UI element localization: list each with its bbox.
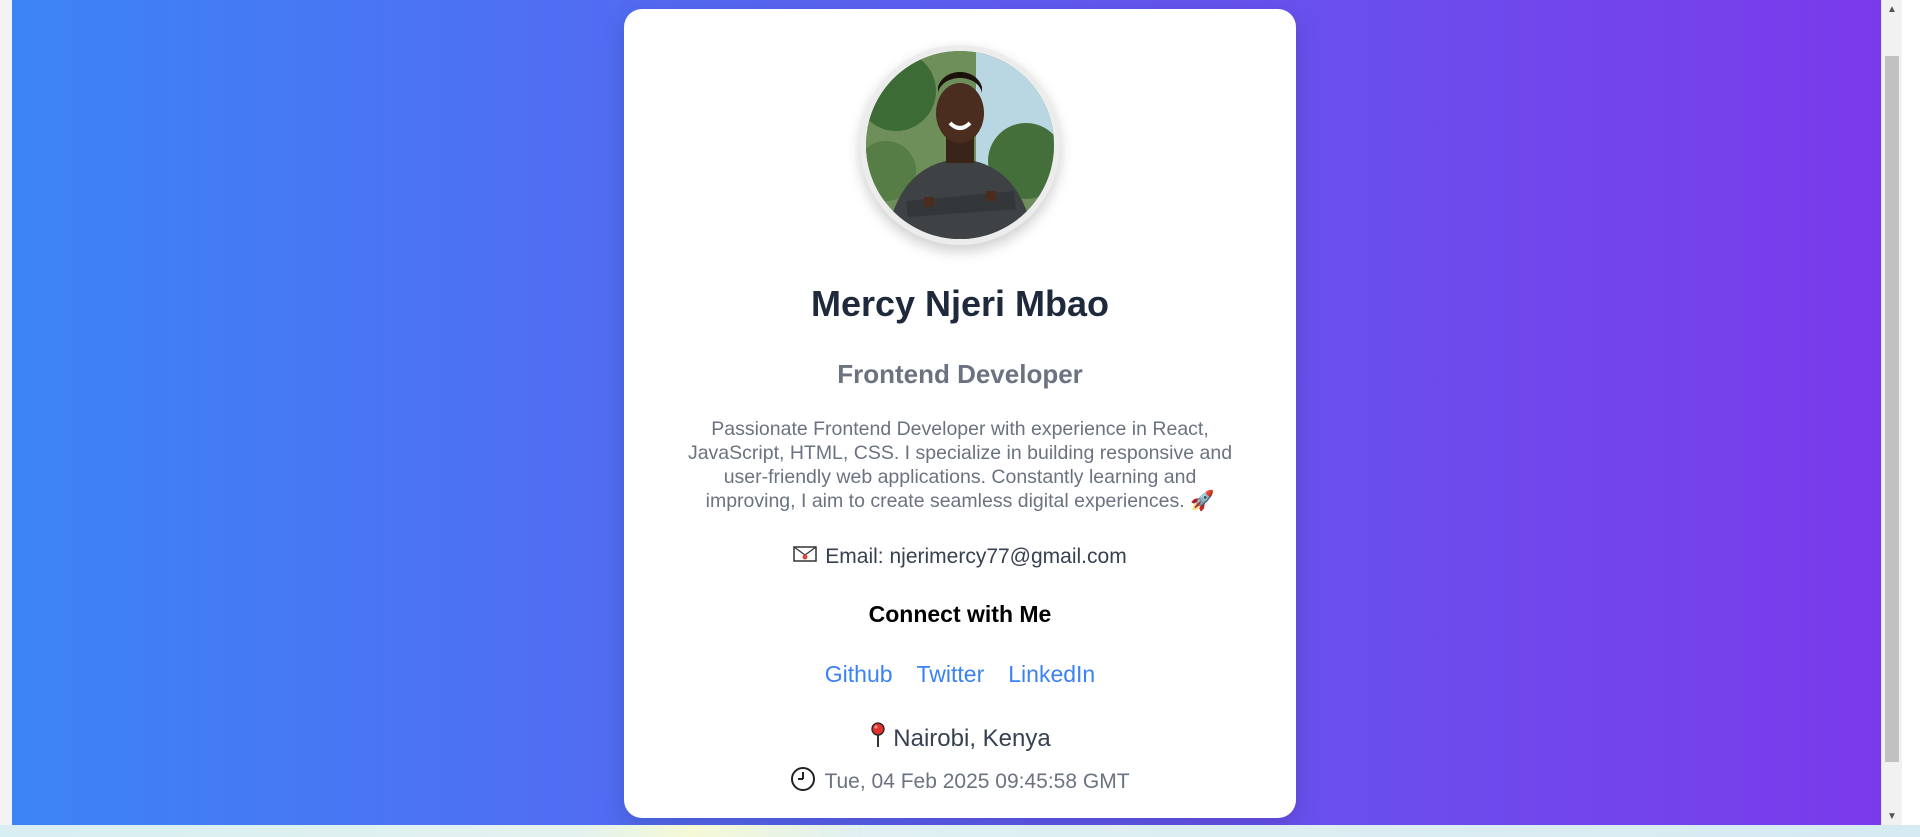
profile-title: Frontend Developer <box>837 359 1083 389</box>
page-background: Mercy Njeri Mbao Frontend Developer Pass… <box>12 0 1882 825</box>
twitter-link[interactable]: Twitter <box>917 661 985 688</box>
time-text: Tue, 04 Feb 2025 09:45:58 GMT <box>824 770 1130 793</box>
rocket-icon: 🚀 <box>1190 490 1215 512</box>
taskbar-strip <box>0 825 1920 837</box>
profile-name: Mercy Njeri Mbao <box>810 283 1110 324</box>
github-link[interactable]: Github <box>825 661 893 688</box>
vertical-scrollbar[interactable]: ▲ ▼ <box>1881 0 1902 825</box>
window-left-edge <box>0 0 12 825</box>
linkedin-link[interactable]: LinkedIn <box>1008 661 1095 688</box>
email-row: Email: njerimercy77@gmail.com <box>624 545 1296 569</box>
avatar <box>866 51 1054 239</box>
email-text: Email: njerimercy77@gmail.com <box>825 545 1127 568</box>
profile-bio-text: Passionate Frontend Developer with exper… <box>687 418 1233 512</box>
avatar-photo <box>866 51 1054 239</box>
location-text: Nairobi, Kenya <box>893 724 1051 752</box>
profile-card: Mercy Njeri Mbao Frontend Developer Pass… <box>624 9 1296 818</box>
location-row: Nairobi, Kenya <box>624 722 1296 755</box>
pushpin-icon <box>869 722 887 755</box>
scroll-down-icon[interactable]: ▼ <box>1882 807 1902 825</box>
window-right-edge <box>1902 0 1920 837</box>
scroll-up-icon[interactable]: ▲ <box>1882 0 1902 18</box>
profile-bio: Passionate Frontend Developer with exper… <box>680 417 1240 513</box>
time-row: Tue, 04 Feb 2025 09:45:58 GMT <box>624 766 1296 798</box>
social-links: Github Twitter LinkedIn <box>624 661 1296 688</box>
connect-heading: Connect with Me <box>868 601 1052 627</box>
scrollbar-thumb[interactable] <box>1885 56 1899 762</box>
envelope-icon <box>793 545 818 569</box>
avatar-frame <box>860 45 1060 245</box>
clock-icon <box>790 766 816 798</box>
